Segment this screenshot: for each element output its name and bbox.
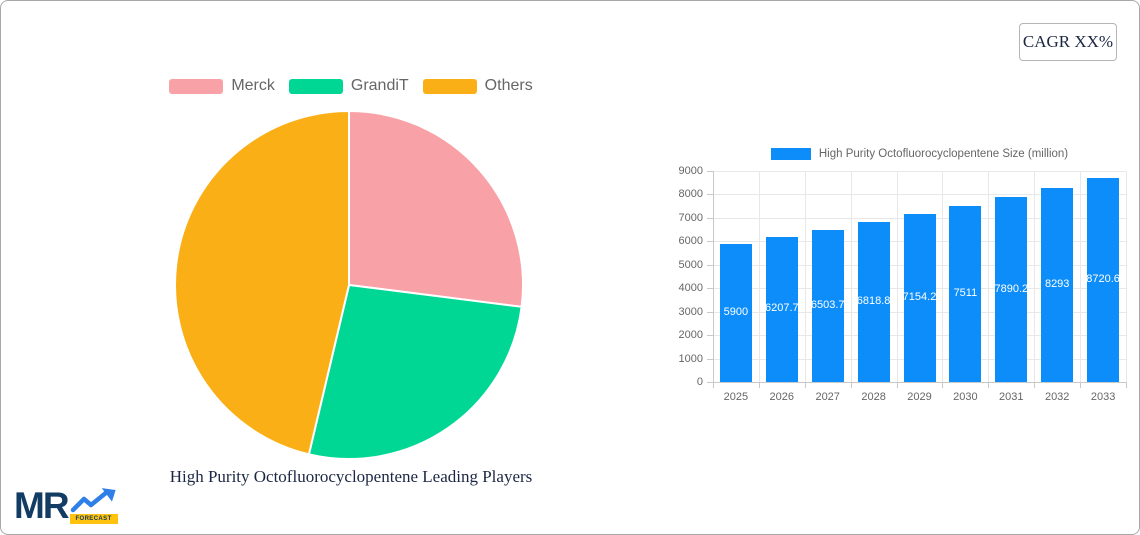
gridline-vertical [1034, 171, 1036, 382]
bar-value-label: 7890.2 [994, 282, 1029, 295]
x-axis-label: 2033 [1090, 391, 1116, 403]
legend-item-others[interactable]: Others [422, 77, 533, 95]
bar-legend-swatch [770, 148, 811, 160]
y-axis-label: 3000 [678, 305, 703, 318]
y-axis-label: 0 [696, 376, 703, 388]
x-axis-tick [850, 382, 852, 388]
gridline-vertical [804, 171, 806, 382]
y-axis-label: 4000 [678, 282, 703, 295]
pie-chart-title: High Purity Octofluorocyclopentene Leadi… [169, 467, 533, 486]
bar-legend-label: High Purity Octofluorocyclopentene Size … [818, 148, 1069, 160]
gridline-horizontal [713, 171, 1126, 172]
bar-value-label: 7154.2 [902, 291, 937, 304]
trend-arrow-icon [70, 488, 116, 513]
y-axis-label: 6000 [678, 235, 703, 248]
logo-mr-text: MR [14, 485, 70, 526]
x-axis-tick [1126, 382, 1127, 388]
x-axis-tick [1080, 382, 1082, 388]
cagr-badge: CAGR XX% [1019, 23, 1117, 61]
x-axis-label: 2030 [953, 391, 978, 403]
x-axis-tick [942, 382, 944, 388]
bar-value-label: 5900 [723, 305, 749, 318]
mrforecast-logo: MR FORECAST [14, 485, 118, 526]
gridline-vertical [713, 171, 714, 382]
x-axis-tick [896, 382, 898, 388]
bar-value-label: 8720.6 [1086, 272, 1120, 285]
legend-label: GrandiT [350, 77, 409, 94]
y-axis-label: 8000 [678, 188, 703, 201]
x-axis-label: 2028 [861, 391, 886, 403]
x-axis-tick [758, 382, 760, 388]
legend-swatch [422, 78, 477, 94]
y-axis-label: 9000 [678, 165, 703, 177]
pie-legend: Merck GrandiT Others [1, 77, 701, 95]
gridline-vertical [988, 171, 990, 382]
x-axis-label: 2031 [999, 391, 1024, 403]
bar-value-label: 7511 [953, 287, 978, 299]
gridline-vertical [942, 171, 944, 382]
x-axis-label: 2026 [769, 391, 795, 403]
x-axis-tick [1034, 382, 1036, 388]
gridline-vertical [758, 171, 760, 382]
legend-item-grandit[interactable]: GrandiT [288, 77, 409, 95]
gridline-vertical [1080, 171, 1082, 382]
legend-swatch [169, 78, 224, 94]
gridline-vertical [896, 171, 898, 382]
x-axis-tick [804, 382, 806, 388]
y-axis-label: 7000 [678, 211, 703, 224]
legend-label: Merck [231, 77, 275, 94]
x-axis-label: 2025 [723, 391, 749, 403]
bar-value-label: 6503.7 [810, 298, 845, 311]
x-axis-label: 2032 [1044, 391, 1070, 403]
x-axis-tick [988, 382, 990, 388]
pie-slice-merck[interactable] [348, 110, 525, 308]
x-axis-tick [713, 382, 714, 388]
y-axis-label: 2000 [678, 329, 703, 342]
gridline-vertical [850, 171, 852, 382]
chart-canvas: CAGR XX% Merck GrandiT Others High Purity … [0, 0, 1140, 535]
gridline-vertical [1126, 171, 1127, 382]
gridline-horizontal [713, 382, 1126, 383]
x-axis-label: 2027 [815, 391, 840, 403]
legend-swatch [288, 78, 343, 94]
logo-art: FORECAST [69, 488, 118, 526]
pie-chart [173, 109, 525, 461]
y-axis-label: 1000 [678, 352, 703, 365]
bar-value-label: 6818.8 [856, 295, 891, 308]
bar-legend[interactable]: High Purity Octofluorocyclopentene Size … [713, 148, 1126, 160]
logo-forecast-badge: FORECAST [69, 514, 118, 524]
x-axis-label: 2029 [907, 391, 932, 403]
pie-svg [174, 110, 525, 460]
y-axis-label: 5000 [678, 258, 703, 271]
cagr-badge-label: CAGR XX% [1022, 32, 1114, 51]
legend-item-merck[interactable]: Merck [169, 77, 275, 95]
bar-value-label: 6207.7 [764, 302, 799, 315]
legend-label: Others [484, 77, 533, 94]
bar-value-label: 8293 [1044, 277, 1070, 290]
